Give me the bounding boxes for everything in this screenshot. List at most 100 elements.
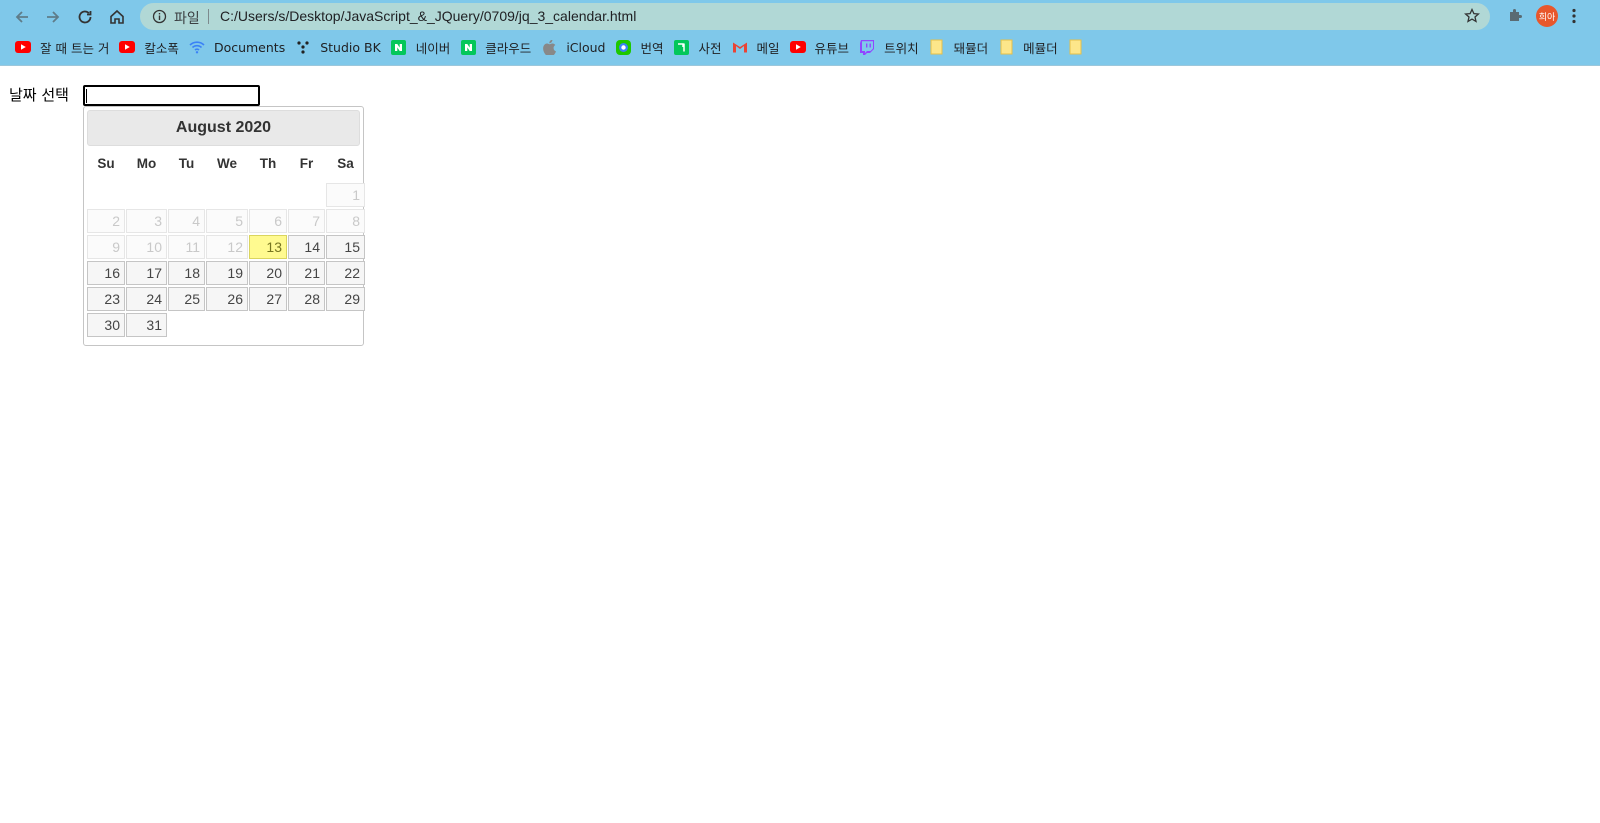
- day-cell-disabled: 11: [168, 235, 205, 259]
- day-cell[interactable]: 18: [168, 261, 205, 285]
- day-cell[interactable]: 24: [126, 287, 167, 311]
- reload-button[interactable]: [72, 4, 98, 30]
- day-cell-today[interactable]: 13: [249, 235, 287, 259]
- weekday-label: We: [216, 156, 237, 171]
- bookmark-item[interactable]: Documents: [186, 36, 292, 58]
- empty-day-cell: [288, 183, 325, 207]
- day-cell[interactable]: 15: [326, 235, 365, 259]
- day-cell-disabled: 5: [206, 209, 248, 233]
- day-cell-disabled: 9: [87, 235, 125, 259]
- bookmark-item[interactable]: 클라우드: [457, 36, 538, 58]
- youtube-icon: [15, 39, 31, 55]
- day-cell[interactable]: 21: [288, 261, 325, 285]
- bookmark-item[interactable]: 네이버: [388, 36, 458, 58]
- day-cell[interactable]: 26: [206, 287, 248, 311]
- bookmark-label: 메뮬더: [1023, 40, 1058, 56]
- bookmark-item[interactable]: Studio BK: [292, 36, 388, 58]
- bookmark-item[interactable]: 트위치: [856, 36, 926, 58]
- youtube-icon: [119, 39, 136, 55]
- extensions-puzzle-icon[interactable]: [1507, 6, 1525, 24]
- day-cell[interactable]: 28: [288, 287, 325, 311]
- home-button[interactable]: [104, 4, 130, 30]
- date-select-label: 날짜 선택: [9, 86, 69, 104]
- weekday-label: Su: [97, 156, 115, 171]
- address-bar[interactable]: 파일 C:/Users/s/Desktop/JavaScript_&_JQuer…: [140, 3, 1490, 30]
- empty-day-cell: [206, 183, 248, 207]
- day-cell-disabled: 2: [87, 209, 125, 233]
- weekday-label: Th: [259, 156, 277, 171]
- bookmark-label: 네이버: [415, 40, 451, 56]
- bookmark-label: iCloud: [566, 39, 606, 55]
- bookmark-star-icon[interactable]: [1464, 8, 1480, 24]
- day-cell-disabled: 3: [126, 209, 167, 233]
- bookmark-item[interactable]: [1065, 36, 1093, 58]
- profile-avatar[interactable]: 희아: [1536, 5, 1558, 27]
- bookmark-label: 돼뮬더: [953, 40, 989, 56]
- day-cell[interactable]: 25: [168, 287, 205, 311]
- empty-day-cell: [126, 183, 167, 207]
- bookmark-label: 사전: [698, 40, 722, 56]
- bookmark-label: 번역: [640, 40, 664, 56]
- home-icon: [110, 9, 124, 24]
- day-cell-disabled: 6: [249, 209, 287, 233]
- datepicker-popup: August 2020 Su Mo Tu We Th Fr Sa 1 2 3 4 5 6 7 8 9 10 11…: [83, 106, 365, 346]
- date-input[interactable]: [83, 85, 260, 106]
- empty-day-cell: [87, 183, 125, 207]
- weekday-header-row: Su Mo Tu We Th Fr Sa: [87, 154, 360, 174]
- browser-toolbar: 파일 C:/Users/s/Desktop/JavaScript_&_JQuer…: [0, 0, 1600, 33]
- back-button[interactable]: [9, 4, 35, 30]
- bookmark-item[interactable]: 돼뮬더: [926, 36, 996, 58]
- youtube-icon: [789, 39, 806, 55]
- bookmark-item[interactable]: 칼소폭: [116, 36, 186, 58]
- bookmark-item[interactable]: 사전: [671, 36, 729, 58]
- weekday-label: Sa: [337, 156, 354, 171]
- info-icon[interactable]: [152, 9, 167, 24]
- day-cell[interactable]: 20: [249, 261, 287, 285]
- day-cell[interactable]: 22: [326, 261, 365, 285]
- bookmark-item[interactable]: 메일: [729, 36, 787, 58]
- forward-button[interactable]: [40, 4, 66, 30]
- weekday-label: Fr: [299, 156, 314, 171]
- day-cell[interactable]: 29: [326, 287, 365, 311]
- forward-arrow-icon: [47, 11, 60, 23]
- empty-day-cell: [249, 183, 287, 207]
- day-cell[interactable]: 16: [87, 261, 125, 285]
- bookmark-label: 잘 때 트는 거: [40, 40, 110, 56]
- folder-icon: [929, 39, 945, 55]
- bookmark-label: Documents: [213, 39, 286, 55]
- bookmark-item[interactable]: 메뮬더: [995, 36, 1065, 58]
- bookmark-item[interactable]: 유튜브: [787, 36, 857, 58]
- bookmark-item[interactable]: 번역: [613, 36, 671, 58]
- weekday-label: Mo: [136, 156, 157, 171]
- day-cell[interactable]: 30: [87, 313, 125, 337]
- url-text[interactable]: C:/Users/s/Desktop/JavaScript_&_JQuery/0…: [220, 8, 636, 24]
- folder-icon: [998, 39, 1014, 55]
- day-cell-disabled: 1: [326, 183, 365, 207]
- papago-icon: [616, 39, 632, 55]
- dictionary-icon: [674, 39, 690, 55]
- day-cell[interactable]: 17: [126, 261, 167, 285]
- day-cell[interactable]: 23: [87, 287, 125, 311]
- day-cell-disabled: 8: [326, 209, 365, 233]
- day-cell[interactable]: 31: [126, 313, 167, 337]
- twitch-icon: [859, 39, 875, 55]
- more-menu-icon[interactable]: [1571, 8, 1577, 24]
- bookmark-label: 칼소폭: [144, 40, 179, 56]
- day-cell-disabled: 7: [288, 209, 325, 233]
- day-cell[interactable]: 27: [249, 287, 287, 311]
- url-separator: [208, 9, 209, 24]
- day-cell-disabled: 4: [168, 209, 205, 233]
- dots-icon: [295, 39, 311, 55]
- day-cell[interactable]: 19: [206, 261, 248, 285]
- bookmark-label: 클라우드: [485, 40, 532, 56]
- back-arrow-icon: [15, 11, 28, 23]
- bookmark-item[interactable]: 잘 때 트는 거: [12, 36, 116, 58]
- day-cell[interactable]: 14: [288, 235, 325, 259]
- weekday-label: Tu: [178, 156, 195, 171]
- url-scheme-label: 파일: [174, 11, 200, 27]
- bookmarks-bar: 잘 때 트는 거 칼소폭 Documents Studio BK 네이버 클라우드 iClo…: [12, 36, 1093, 58]
- bookmark-item[interactable]: iCloud: [538, 36, 612, 58]
- reload-icon: [78, 10, 92, 24]
- folder-icon: [1068, 39, 1084, 55]
- day-cell-disabled: 10: [126, 235, 167, 259]
